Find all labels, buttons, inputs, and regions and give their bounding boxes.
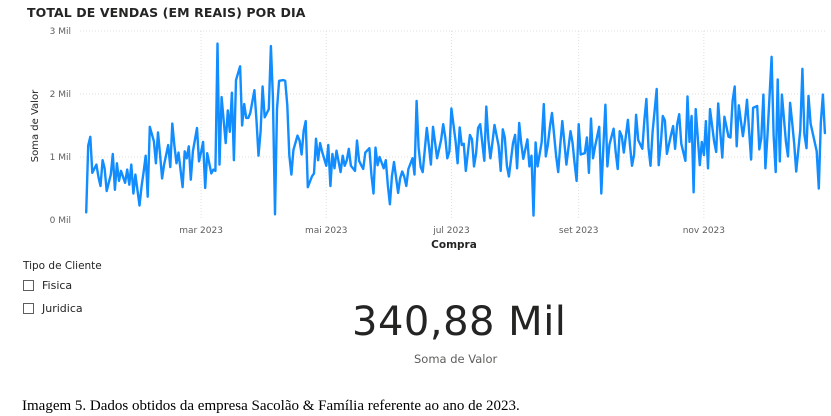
x-tick-label: nov 2023 xyxy=(683,226,725,236)
figure-caption: Imagem 5. Dados obtidos da empresa Sacol… xyxy=(22,398,520,414)
kpi-value: 340,88 Mil xyxy=(352,299,567,345)
x-axis-ticks: mar 2023 mai 2023 jul 2023 set 2023 nov … xyxy=(179,226,725,236)
series-line xyxy=(85,42,827,217)
y-tick-label: 1 Mil xyxy=(50,153,71,163)
x-tick-label: mai 2023 xyxy=(305,226,348,236)
y-axis-title: Soma de Valor xyxy=(30,89,41,162)
slicer-item-label: Juridica xyxy=(42,302,83,315)
slicer-item-label: Fisica xyxy=(42,279,73,292)
checkbox-fisica[interactable] xyxy=(23,280,34,291)
y-tick-label: 3 Mil xyxy=(50,27,71,37)
y-axis-ticks: 0 Mil 1 Mil 2 Mil 3 Mil xyxy=(50,27,71,226)
slicer-title: Tipo de Cliente xyxy=(23,260,102,272)
x-tick-label: set 2023 xyxy=(559,226,599,236)
x-tick-label: mar 2023 xyxy=(179,226,223,236)
y-tick-label: 0 Mil xyxy=(50,216,71,226)
x-axis-title: Compra xyxy=(431,239,477,251)
slicer-item-fisica[interactable]: Fisica xyxy=(23,279,72,292)
slicer-item-juridica[interactable]: Juridica xyxy=(23,302,83,315)
kpi-label: Soma de Valor xyxy=(414,352,498,366)
y-tick-label: 2 Mil xyxy=(50,90,71,100)
x-tick-label: jul 2023 xyxy=(432,226,469,236)
line-chart: 0 Mil 1 Mil 2 Mil 3 Mil mar 2023 mai 202… xyxy=(30,27,827,251)
checkbox-juridica[interactable] xyxy=(23,303,34,314)
